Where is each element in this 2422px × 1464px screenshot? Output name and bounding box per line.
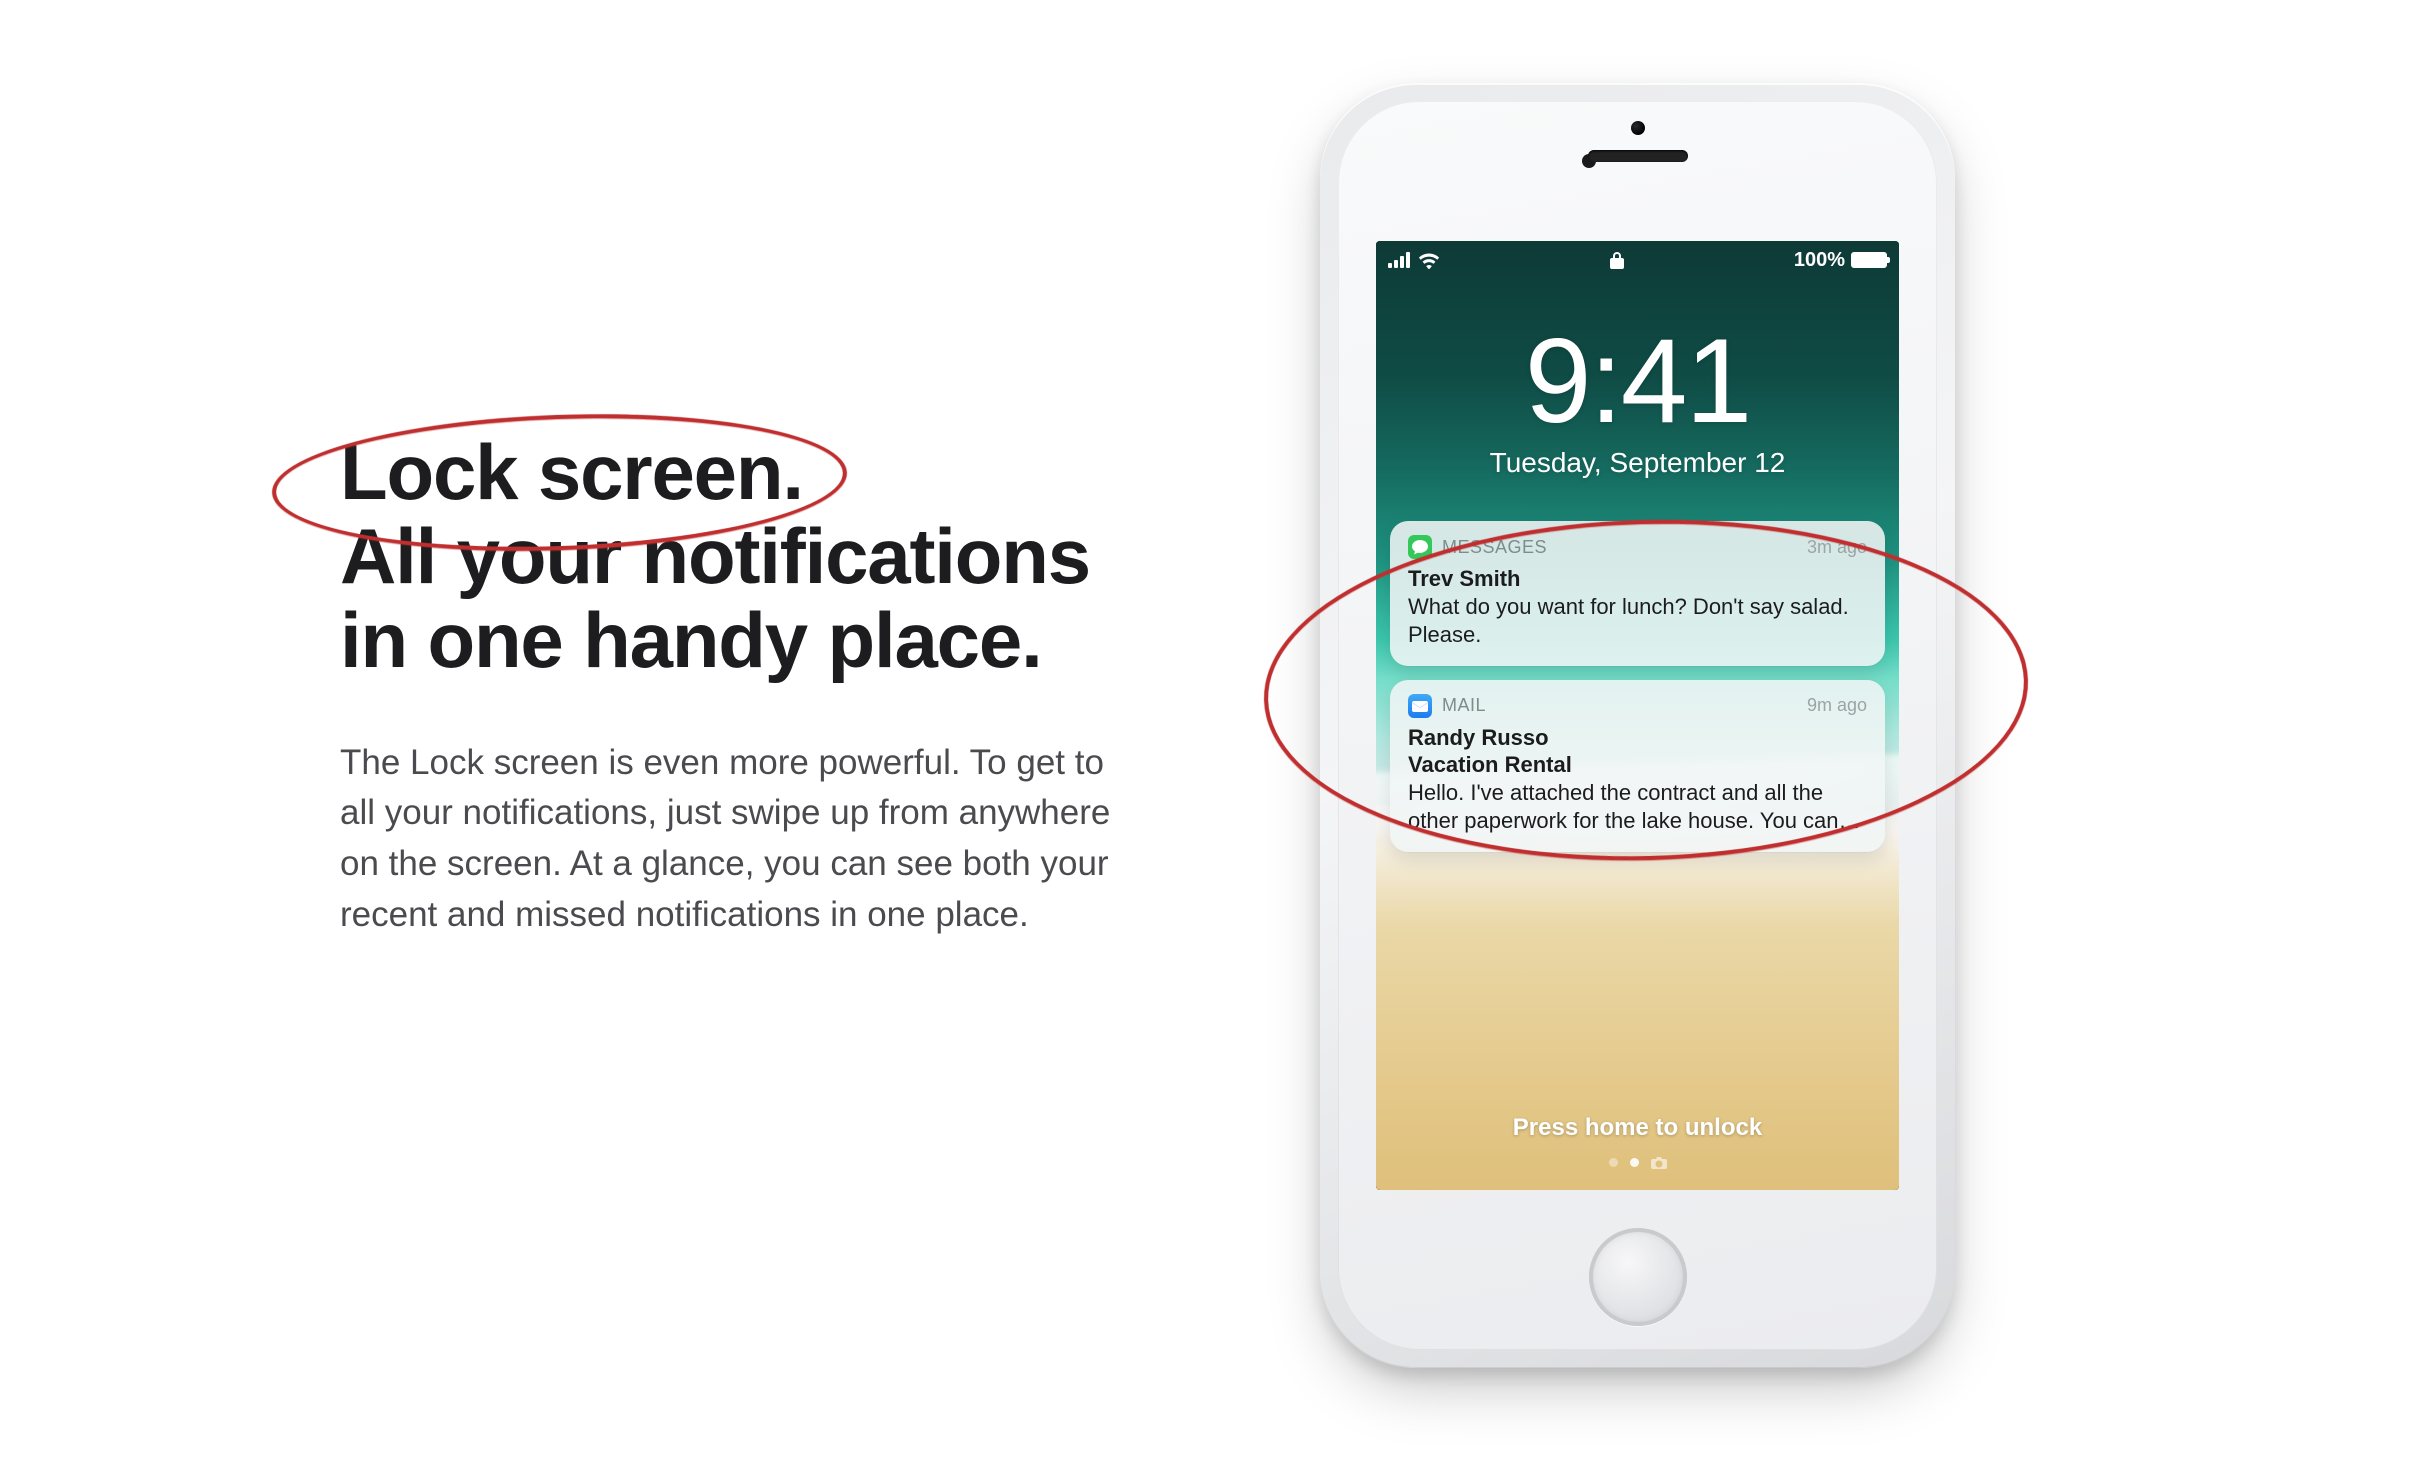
phone-front-sensor-icon [1631, 121, 1645, 135]
notification-list: MESSAGES 3m ago Trev Smith What do you w… [1390, 521, 1885, 852]
lockscreen-time: 9:41 [1376, 321, 1899, 441]
notification-body: Hello. I've attached the contract and al… [1408, 779, 1867, 836]
page-dots[interactable] [1609, 1156, 1667, 1168]
notification-body: What do you want for lunch? Don't say sa… [1408, 593, 1867, 650]
section-heading: Lock screen. All your notifications in o… [340, 430, 1170, 683]
lockscreen-date: Tuesday, September 12 [1376, 447, 1899, 479]
status-bar: 100% [1376, 241, 1899, 279]
iphone-device-frame: 100% 9:41 Tuesday, September 12 [1320, 83, 1955, 1368]
heading-line-3: in one handy place. [340, 596, 1042, 684]
wifi-icon [1418, 252, 1440, 268]
section-body: The Lock screen is even more powerful. T… [340, 738, 1140, 941]
page-dot-active [1630, 1158, 1639, 1167]
unlock-area: Press home to unlock [1376, 1114, 1899, 1168]
notification-time: 3m ago [1807, 537, 1867, 558]
status-left [1388, 252, 1440, 268]
notification-title: Trev Smith [1408, 565, 1867, 593]
heading-line-2: All your notifications [340, 512, 1090, 600]
camera-shortcut-icon[interactable] [1651, 1156, 1667, 1168]
notification-time: 9m ago [1807, 695, 1867, 716]
home-button[interactable] [1589, 1228, 1687, 1326]
iphone-body: 100% 9:41 Tuesday, September 12 [1338, 101, 1937, 1350]
marketing-copy: Lock screen. All your notifications in o… [340, 430, 1170, 941]
battery-percent: 100% [1794, 249, 1845, 272]
status-right: 100% [1794, 249, 1887, 272]
notification-app-label: MESSAGES [1442, 537, 1807, 558]
page-stage: Lock screen. All your notifications in o… [0, 0, 2422, 1464]
messages-app-icon [1408, 535, 1432, 559]
lockscreen-clock: 9:41 Tuesday, September 12 [1376, 321, 1899, 479]
notification-app-label: MAIL [1442, 695, 1807, 716]
notification-header: MESSAGES 3m ago [1408, 535, 1867, 559]
heading-line-1: Lock screen. [340, 428, 803, 516]
battery-icon [1851, 252, 1887, 268]
mail-app-icon [1408, 694, 1432, 718]
phone-earpiece-icon [1588, 150, 1688, 162]
unlock-hint: Press home to unlock [1513, 1114, 1762, 1142]
page-dot [1609, 1158, 1618, 1167]
notification-card[interactable]: MESSAGES 3m ago Trev Smith What do you w… [1390, 521, 1885, 666]
phone-screen[interactable]: 100% 9:41 Tuesday, September 12 [1376, 241, 1899, 1190]
notification-card[interactable]: MAIL 9m ago Randy Russo Vacation Rental … [1390, 680, 1885, 852]
cellular-signal-icon [1388, 252, 1410, 268]
lock-icon [1610, 251, 1624, 269]
notification-header: MAIL 9m ago [1408, 694, 1867, 718]
notification-subtitle: Vacation Rental [1408, 751, 1867, 779]
notification-title: Randy Russo [1408, 724, 1867, 752]
